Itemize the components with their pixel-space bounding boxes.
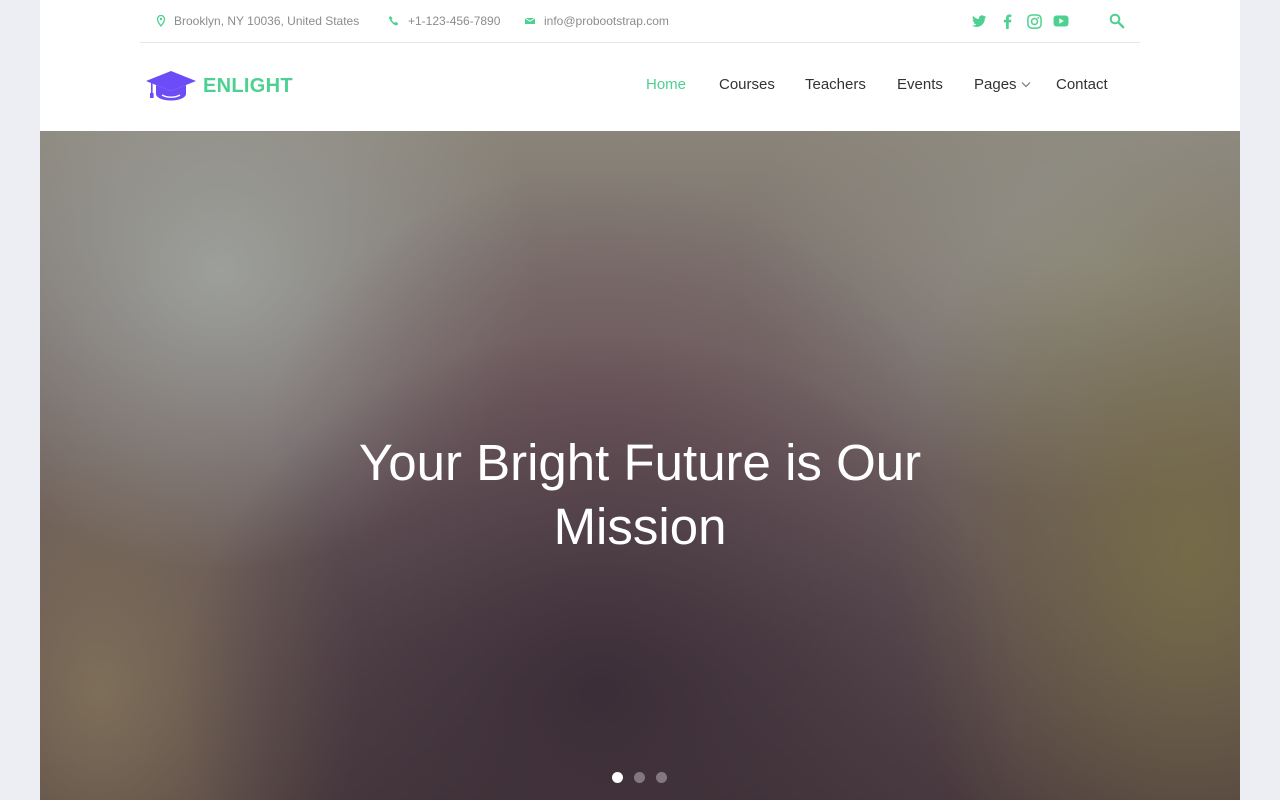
- map-pin-icon: [156, 15, 166, 27]
- youtube-link[interactable]: [1051, 0, 1071, 42]
- graduation-cap-icon: [146, 71, 196, 101]
- hero-title-line-2: Mission: [553, 498, 727, 555]
- nav-item-courses[interactable]: Courses: [719, 76, 775, 93]
- search-link[interactable]: [1107, 0, 1127, 42]
- phone-text: +1-123-456-7890: [408, 14, 501, 28]
- facebook-link[interactable]: [997, 0, 1017, 42]
- hero-title: Your Bright Future is Our Mission: [40, 431, 1240, 559]
- site-header: ENLIGHT Home Courses Teachers Events Pag…: [40, 43, 1240, 131]
- slider-dots: [612, 772, 678, 783]
- email-text: info@probootstrap.com: [544, 14, 669, 28]
- email-item[interactable]: info@probootstrap.com: [524, 0, 669, 42]
- twitter-icon[interactable]: [969, 11, 989, 31]
- twitter-link[interactable]: [969, 0, 989, 42]
- address-item: Brooklyn, NY 10036, United States: [156, 0, 359, 42]
- nav-item-teachers[interactable]: Teachers: [805, 76, 866, 93]
- slider-dot-2[interactable]: [634, 772, 645, 783]
- mail-icon: [524, 17, 536, 24]
- logo-text: ENLIGHT: [203, 74, 293, 97]
- slider-dot-1[interactable]: [612, 772, 623, 783]
- nav-item-pages-label: Pages: [974, 76, 1017, 93]
- hero-title-line-1: Your Bright Future is Our: [358, 434, 922, 491]
- logo[interactable]: ENLIGHT: [145, 70, 293, 102]
- nav-item-pages[interactable]: Pages: [974, 76, 1031, 93]
- chevron-down-icon: [1021, 82, 1030, 88]
- slider-dot-3[interactable]: [656, 772, 667, 783]
- phone-icon: [389, 16, 399, 26]
- search-icon[interactable]: [1107, 11, 1127, 31]
- instagram-link[interactable]: [1024, 0, 1044, 42]
- hero-slider: Your Bright Future is Our Mission: [40, 131, 1240, 800]
- top-bar: Brooklyn, NY 10036, United States +1-123…: [140, 0, 1140, 43]
- nav-item-home[interactable]: Home: [646, 76, 686, 93]
- youtube-icon[interactable]: [1051, 11, 1071, 31]
- nav-item-events[interactable]: Events: [897, 76, 943, 93]
- facebook-icon[interactable]: [997, 11, 1017, 31]
- nav-item-contact[interactable]: Contact: [1056, 76, 1108, 93]
- page: Brooklyn, NY 10036, United States +1-123…: [40, 0, 1240, 800]
- address-text: Brooklyn, NY 10036, United States: [174, 14, 360, 28]
- phone-item[interactable]: +1-123-456-7890: [388, 0, 500, 42]
- instagram-icon[interactable]: [1024, 11, 1044, 31]
